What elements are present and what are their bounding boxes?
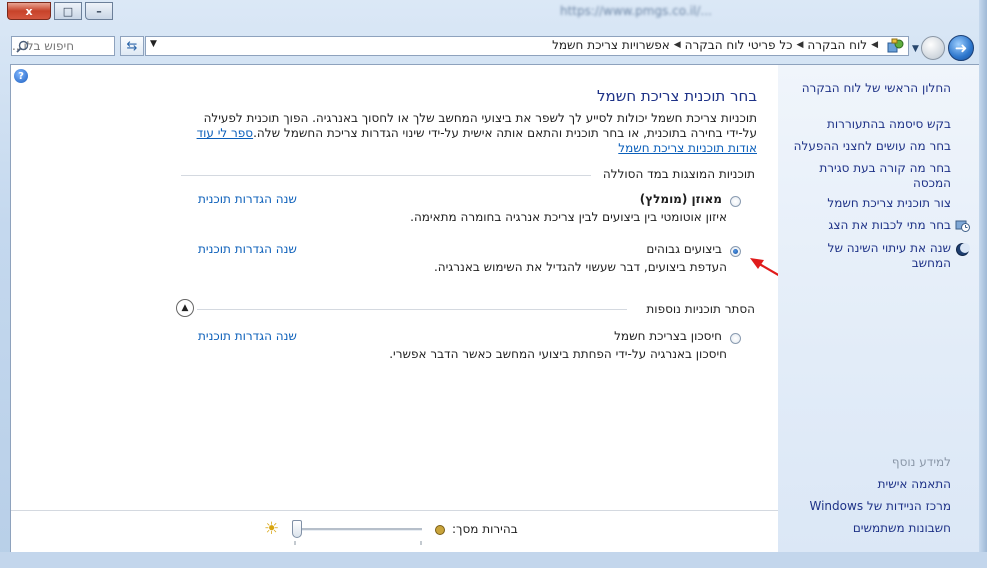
minimize-icon: – <box>96 4 102 18</box>
close-button[interactable]: x <box>7 2 51 20</box>
plan-name-high-performance[interactable]: ביצועים גבוהים <box>646 242 722 256</box>
sidebar-item-lid-close[interactable]: בחר מה קורה בעת סגירת המכסה <box>791 161 951 191</box>
page-title: בחר תוכנית צריכת חשמל <box>597 87 757 105</box>
radio-power-saver[interactable] <box>730 333 741 344</box>
refresh-icon: ⇆ <box>126 38 138 54</box>
plan-name-power-saver[interactable]: חיסכון בצריכת חשמל <box>614 329 722 343</box>
sidebar-item-require-password[interactable]: בקש סיסמה בהתעוררות <box>827 117 951 131</box>
minimize-button[interactable]: – <box>85 2 113 20</box>
address-bar[interactable]: ▼ ◀ לוח הבקרה ◀ כל פריטי לוח הבקרה ◀ אפש… <box>145 36 909 56</box>
brightness-slider-track[interactable] <box>294 528 422 531</box>
collapse-chevron-up-icon[interactable]: ▲ <box>176 299 194 317</box>
brightness-slider-ticks <box>294 541 422 545</box>
sidebar-item-control-panel-home[interactable]: החלון הראשי של לוח הבקרה <box>802 81 951 95</box>
breadcrumb-all-items[interactable]: כל פריטי לוח הבקרה <box>685 38 793 52</box>
window-bottom-border <box>0 552 987 568</box>
window-edge <box>979 0 987 568</box>
bright-sun-icon: ☀ <box>264 519 280 539</box>
help-icon[interactable]: ? <box>14 69 28 83</box>
section-divider <box>181 175 591 176</box>
maximize-icon: □ <box>62 4 74 18</box>
see-also-user-accounts[interactable]: חשבונות משתמשים <box>853 521 951 535</box>
window-frame: https://www.pmgs.co.il/... x □ – חיפוש ב… <box>0 0 987 568</box>
sidebar: החלון הראשי של לוח הבקרה בקש סיסמה בהתעו… <box>778 64 979 553</box>
intro-text: תוכניות צריכת חשמל יכולות לסייע לך לשפר … <box>203 111 757 140</box>
toolbar: חיפוש בלו... ⇆ ▼ ◀ לוח הבקרה ◀ כל פריטי … <box>0 30 987 64</box>
plan-desc-power-saver: חיסכון באנרגיה על-ידי הפחתת ביצועי המחשב… <box>389 347 727 361</box>
breadcrumb-separator-icon[interactable]: ◀ <box>797 40 804 50</box>
change-plan-settings-link-power-saver[interactable]: שנה הגדרות תוכנית <box>198 329 297 343</box>
breadcrumb-separator-icon[interactable]: ◀ <box>871 40 878 50</box>
forward-button[interactable] <box>921 36 945 60</box>
radio-balanced[interactable] <box>730 196 741 207</box>
back-button[interactable]: ➜ <box>948 35 974 61</box>
recent-pages-chevron-icon[interactable]: ▼ <box>912 44 919 54</box>
breadcrumb-separator-icon[interactable]: ◀ <box>674 40 681 50</box>
section-divider <box>197 309 627 310</box>
sidebar-item-sleep-timing[interactable]: שנה את עיתוי השינה של המחשב <box>791 241 951 271</box>
brightness-label: בהירות מסך: <box>452 522 518 536</box>
search-icon <box>16 40 29 53</box>
plan-name-balanced[interactable]: מאוזן (מומלץ) <box>640 192 722 206</box>
sidebar-item-power-buttons[interactable]: בחר מה עושים לחצני ההפעלה <box>794 139 951 153</box>
breadcrumb: ◀ לוח הבקרה ◀ כל פריטי לוח הבקרה ◀ אפשרו… <box>552 38 878 52</box>
sidebar-item-display-off[interactable]: בחר מתי לכבות את הצג <box>828 218 951 232</box>
dim-brightness-icon <box>435 525 445 535</box>
brightness-slider-thumb[interactable] <box>292 520 302 538</box>
display-clock-icon <box>955 220 970 232</box>
plan-desc-high-performance: העדפת ביצועים, דבר שעשוי להגדיל את השימו… <box>433 260 727 274</box>
plan-desc-balanced: איזון אוטומטי בין ביצועים לבין צריכת אנר… <box>410 210 727 224</box>
sidebar-item-create-plan[interactable]: צור תוכנית צריכת חשמל <box>827 196 951 210</box>
section-hide-more-plans[interactable]: הסתר תוכניות נוספות <box>646 302 755 316</box>
breadcrumb-control-panel[interactable]: לוח הבקרה <box>807 38 867 52</box>
bottom-divider <box>11 510 779 511</box>
sleep-moon-icon <box>956 243 970 256</box>
refresh-button[interactable]: ⇆ <box>120 36 144 56</box>
intro-paragraph: תוכניות צריכת חשמל יכולות לסייע לך לשפר … <box>187 111 757 156</box>
address-history-chevron-icon[interactable]: ▼ <box>150 39 157 49</box>
main-content: ? בחר תוכנית צריכת חשמל תוכניות צריכת חש… <box>10 64 779 553</box>
section-battery-meter-plans: תוכניות המוצגות במד הסוללה <box>602 167 755 181</box>
close-icon: x <box>25 4 33 18</box>
see-also-heading: למידע נוסף <box>891 455 951 469</box>
see-also-mobility-center[interactable]: מרכז הניידות של Windows <box>810 499 952 513</box>
change-plan-settings-link-balanced[interactable]: שנה הגדרות תוכנית <box>198 192 297 206</box>
maximize-button[interactable]: □ <box>54 2 82 20</box>
arrow-right-icon: ➜ <box>954 39 968 57</box>
see-also-personalization[interactable]: התאמה אישית <box>878 477 951 491</box>
change-plan-settings-link-high-performance[interactable]: שנה הגדרות תוכנית <box>198 242 297 256</box>
breadcrumb-power-options[interactable]: אפשרויות צריכת חשמל <box>552 38 670 52</box>
blurred-background-url: https://www.pmgs.co.il/... <box>560 4 712 18</box>
control-panel-icon <box>887 38 904 53</box>
search-input[interactable]: חיפוש בלו... <box>11 36 115 56</box>
